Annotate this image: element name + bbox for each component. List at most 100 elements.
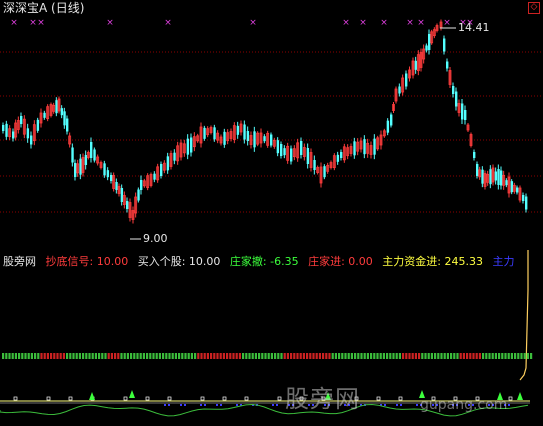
indicator-legend: 股旁网 抄底信号: 10.00 买入个股: 10.00 庄家撤: -6.35 庄… [3,255,520,268]
trend-bar [517,353,520,359]
candle-body [66,118,69,132]
trend-bar [376,353,379,359]
candle-body [110,175,113,181]
trend-bar [494,353,497,359]
candle-body [522,195,525,201]
trend-bar [14,353,17,359]
signal-box [376,396,381,401]
trend-bar [126,353,129,359]
candle-body [253,131,256,148]
candle-body [166,156,170,171]
indicator-item-main-force: 主力 [492,255,515,268]
trend-bar [152,353,155,359]
trend-bar [78,353,81,359]
candle-body [481,169,484,184]
trend-bar [37,353,40,359]
candle-body [137,189,140,201]
candle-body [405,73,408,87]
candle-body [36,119,40,131]
trend-bar [488,353,491,359]
candle-body [414,60,418,70]
signal-marker: × [380,18,388,28]
candle-body [140,180,143,190]
trend-bar [318,353,321,359]
signal-marker: × [29,18,37,28]
watermark-logo-text: 股旁网 [285,385,360,413]
trend-bar [267,353,270,359]
candle-body [516,187,519,193]
trend-bar [181,353,184,359]
candle-body [223,131,226,145]
candle-body [276,140,280,154]
signal-marker: × [106,18,114,28]
signal-dot [204,404,206,406]
candle-body [79,158,82,175]
trend-bar [59,353,62,359]
indicator-item-main-capital: 主力资金进: 245.33 [382,255,483,268]
trend-bar [174,353,177,359]
candle-body [473,152,476,158]
trend-bar [94,353,97,359]
chart-title: 深深宝A (日线) [3,1,85,15]
trend-bar [251,353,254,359]
signal-box [200,396,205,401]
signal-box [123,396,128,401]
chart-window[interactable]: × × × × × × × × × × × × × × 深深宝A (日线) ◇ 14.41 9.00 股旁… [0,0,543,426]
trend-bar [261,353,264,359]
candle-body [126,201,129,209]
trend-bar [366,353,369,359]
candle-body [363,139,366,155]
trend-bar [360,353,363,359]
candle-body [270,134,273,146]
trend-bar [46,353,49,359]
candle-body [283,148,286,156]
trend-bar [171,353,174,359]
candle-body [340,152,343,158]
trend-bar [398,353,401,359]
trend-bar [5,353,8,359]
trend-bar [418,353,421,359]
trend-bar [82,353,85,359]
signal-box [46,396,51,401]
candle-body [313,160,316,170]
candle-body [74,163,77,177]
signal-box [222,396,227,401]
trend-bar [85,353,88,359]
trend-bar [523,353,526,359]
signal-dot [384,404,386,406]
trend-bar [283,353,286,359]
trend-bar [142,353,145,359]
indicator-source: 股旁网 [3,255,36,268]
trend-bar [446,353,449,359]
candle-body [455,91,458,107]
candle-body [55,100,58,114]
candle-body [464,110,467,120]
trend-bar [158,353,161,359]
candle-body [2,125,5,131]
candle-body [525,196,528,210]
trend-bar [242,353,245,359]
trend-bar [34,353,37,359]
trend-bar [453,353,456,359]
trend-bar [363,353,366,359]
close-icon[interactable]: ◇ [528,2,540,14]
trend-bar [382,353,385,359]
trend-bar [347,353,350,359]
trend-bar [354,353,357,359]
trend-bar [386,353,389,359]
signal-marker: × [10,18,18,28]
trend-bar [72,353,75,359]
trend-bar [331,353,334,359]
trend-bar [475,353,478,359]
trend-bar [530,353,533,359]
candle-body [443,38,446,52]
price-chart[interactable]: × × × × × × × × × × × × × × [0,0,543,250]
indicator-item-dealer-entry: 庄家进: 0.00 [308,255,373,268]
signal-dot [184,404,186,406]
signal-marker: × [249,18,257,28]
trend-bar [322,353,325,359]
trend-bar [254,353,257,359]
candle-body [446,61,449,69]
candle-body [190,137,193,153]
candle-body [120,188,124,202]
